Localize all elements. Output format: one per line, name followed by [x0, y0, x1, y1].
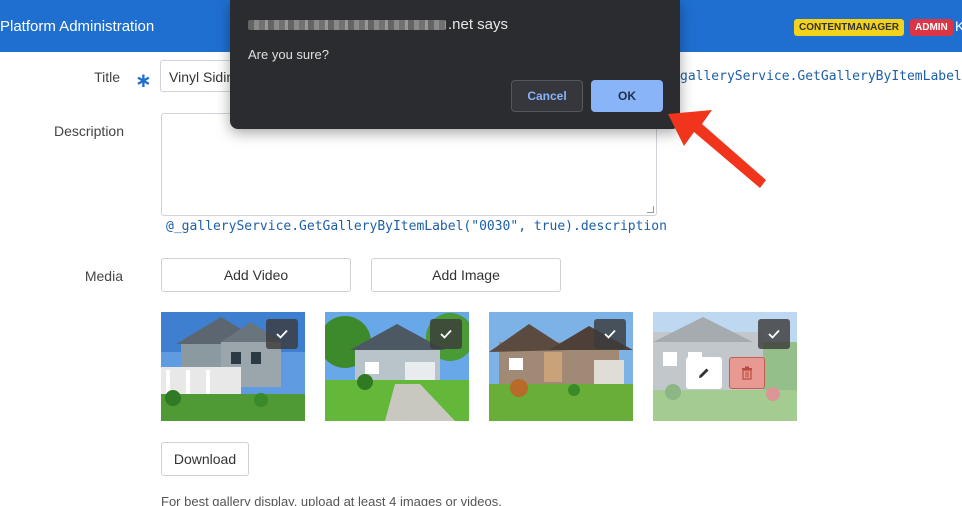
media-thumbnail-1[interactable]	[161, 312, 305, 421]
title-label: Title	[94, 69, 120, 85]
selected-check-4[interactable]	[758, 319, 790, 349]
selected-check-3[interactable]	[594, 319, 626, 349]
media-thumbnail-3[interactable]	[489, 312, 633, 421]
confirm-dialog: .net says Are you sure? Cancel OK	[230, 0, 680, 129]
check-icon	[768, 329, 780, 339]
media-thumbnail-4[interactable]	[653, 312, 797, 421]
role-badge-admin: ADMIN	[910, 19, 953, 36]
trash-icon	[742, 366, 752, 380]
title-binding-text: galleryService.GetGalleryByItemLabel	[680, 69, 962, 84]
dialog-origin: .net says	[248, 16, 508, 33]
download-button[interactable]: Download	[161, 442, 249, 476]
description-label: Description	[53, 123, 124, 139]
check-icon	[440, 329, 452, 339]
add-video-button[interactable]: Add Video	[161, 258, 351, 292]
selected-check-1[interactable]	[266, 319, 298, 349]
check-icon	[604, 329, 616, 339]
red-arrow-annotation	[668, 110, 766, 188]
dialog-ok-button[interactable]: OK	[591, 80, 663, 112]
user-menu[interactable]: K	[955, 18, 962, 34]
redacted-domain	[248, 20, 446, 31]
description-binding-text: @_galleryService.GetGalleryByItemLabel("…	[166, 219, 667, 234]
resize-handle[interactable]	[647, 206, 654, 213]
dialog-message: Are you sure?	[248, 47, 329, 62]
add-image-button[interactable]: Add Image	[371, 258, 561, 292]
check-icon	[276, 329, 288, 339]
upload-hint: For best gallery display, upload at leas…	[161, 494, 502, 506]
dialog-cancel-button[interactable]: Cancel	[511, 80, 583, 112]
pencil-icon	[699, 368, 709, 378]
selected-check-2[interactable]	[430, 319, 462, 349]
delete-media-button[interactable]	[729, 357, 765, 389]
required-asterisk: ∗	[135, 70, 152, 92]
role-badge-contentmanager: CONTENTMANAGER	[794, 19, 904, 36]
app-title[interactable]: Platform Administration	[0, 18, 154, 35]
media-thumbnail-2[interactable]	[325, 312, 469, 421]
media-label: Media	[84, 268, 123, 284]
edit-media-button[interactable]	[686, 357, 722, 389]
dialog-origin-text: .net says	[448, 16, 509, 33]
